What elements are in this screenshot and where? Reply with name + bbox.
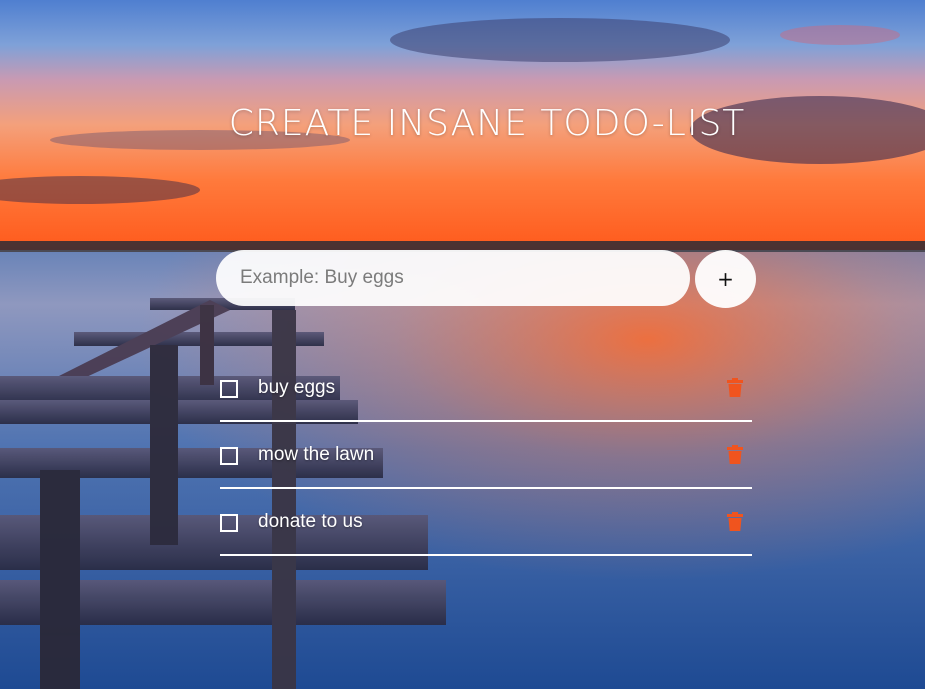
checkbox-icon[interactable] [220,514,238,532]
todo-text: donate to us [258,511,363,532]
add-todo-button[interactable]: + [695,250,756,308]
todo-text: buy eggs [258,377,336,398]
page-title: CREATE INSANE TODO-LIST [228,103,746,144]
trash-icon[interactable] [726,378,744,398]
todo-list: buy eggs mow the lawn donate to us [220,356,752,556]
new-todo-input[interactable] [216,250,690,306]
trash-icon[interactable] [726,445,744,465]
trash-icon[interactable] [726,512,744,532]
todo-text: mow the lawn [258,444,375,465]
list-item: donate to us [220,490,752,556]
new-todo-form: + [216,250,756,308]
plus-icon: + [717,267,734,291]
list-item: mow the lawn [220,423,752,489]
checkbox-icon[interactable] [220,447,238,465]
checkbox-icon[interactable] [220,380,238,398]
list-item: buy eggs [220,356,752,422]
